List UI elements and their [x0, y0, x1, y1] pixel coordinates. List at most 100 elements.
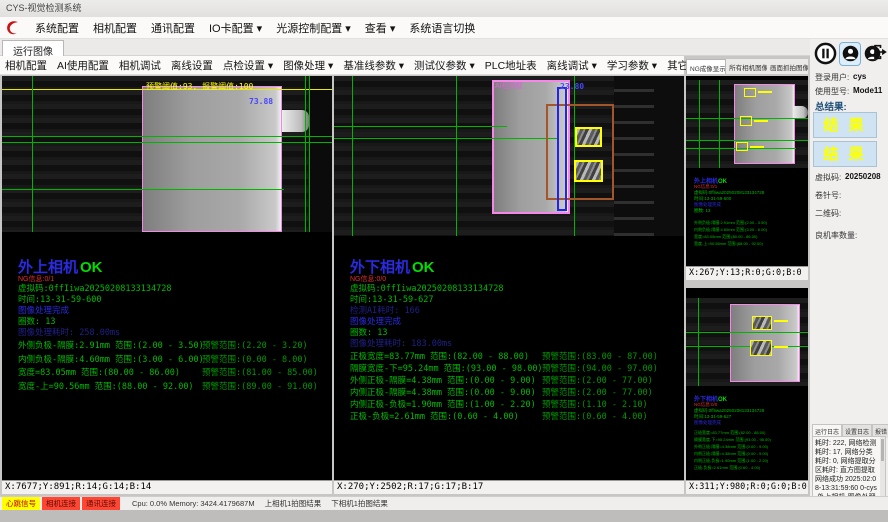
processing-time-line: 图像处理耗时: 183.00ms	[350, 337, 452, 349]
overlay-green-line	[334, 126, 507, 127]
model-label: 使用型号:	[815, 86, 849, 97]
image-view-tab-strip: NG成像显示 所有相机图像 画面抓拍图像	[686, 59, 808, 74]
machine-highlight-streaks	[614, 76, 654, 236]
menu-comm-config[interactable]: 通讯配置	[144, 17, 202, 39]
current-user-button[interactable]	[839, 42, 861, 66]
weld-detect-box	[574, 160, 603, 182]
threshold-overlay-text: 预警阈值:93, 报警阈值:100	[146, 81, 253, 92]
processing-done-line: 图像处理完成	[694, 420, 721, 426]
toolbar-spot-check-settings[interactable]: 点检设置 ▾	[218, 56, 278, 75]
window-title: CYS-视觉检测系统	[6, 3, 82, 13]
pixel-coordinate-status: X:311;Y:980;R:0;G:0;B:0	[686, 480, 808, 494]
main-tab-strip: 运行图像	[0, 39, 888, 56]
mini-annotation-mark	[758, 91, 772, 93]
bottom-filler-strip	[0, 510, 888, 522]
menu-io-card-config[interactable]: IO卡配置 ▾	[202, 17, 269, 39]
measurement-row: 内侧正极-隔膜=4.38mm 范围:(0.00 - 9.00)	[694, 451, 768, 457]
measurement-row: 宽度=83.05mm 范围:(80.00 - 86.00)	[694, 234, 757, 240]
measurement-row: 内侧正极-隔膜=4.38mm 范围:(0.00 - 9.00)	[350, 386, 536, 398]
overlay-green-line	[2, 136, 332, 137]
app-logo-icon	[4, 19, 22, 37]
measurement-row: 内侧正极-负极=1.90mm 范围:(1.00 - 2.20)	[694, 458, 768, 464]
measurement-row: 内侧正极-负极=1.90mm 范围:(1.00 - 2.20)	[350, 398, 536, 410]
yield-count-label: 良机率数量:	[815, 230, 857, 241]
measurement-row: 宽度=83.05mm 范围:(80.00 - 86.00)	[18, 366, 180, 378]
mini-annotation-mark	[750, 146, 764, 148]
toolbar-learning-params[interactable]: 学习参数 ▾	[602, 56, 662, 75]
camera-panel-upper: 预警阈值:93, 报警阈值:100 73.88 外上相机OK NG信息:0/1 …	[2, 76, 332, 494]
mini-weld-box	[750, 340, 772, 356]
overlay-green-line	[686, 346, 808, 347]
camera-image-upper-canvas[interactable]: 预警阈值:93, 报警阈值:100 73.88	[2, 76, 332, 232]
toolbar-image-processing[interactable]: 图像处理 ▾	[278, 56, 338, 75]
mini-annotation-mark	[754, 120, 768, 122]
warning-range: 预警范围:(89.00 - 91.00)	[202, 380, 318, 392]
tab-ng-image-display[interactable]: NG成像显示	[686, 59, 726, 74]
result-ok-badge: OK	[718, 397, 727, 403]
overlay-green-line	[719, 80, 720, 168]
log-output[interactable]: 耗时: 222, 网络检测耗时: 17, 网络分类耗时: 0, 网络提取分区耗时…	[812, 436, 886, 505]
toolbar-ai-usage-config[interactable]: AI使用配置	[52, 56, 114, 75]
tab-all-camera-images[interactable]: 所有相机图像	[726, 59, 767, 74]
upper-camera-capture-result: 上相机1拍图结果	[265, 498, 322, 509]
tab-snapshot-images[interactable]: 画面抓拍图像	[767, 59, 808, 74]
measurement-row: 正极宽度=83.77mm 范围:(82.00 - 88.00)	[350, 350, 529, 362]
overlay-green-line	[334, 138, 557, 139]
warning-range: 预警范围:(2.20 - 3.20)	[202, 339, 308, 351]
mini-annotation-mark	[774, 320, 788, 322]
log-scrollbar[interactable]	[880, 437, 885, 504]
warning-range: 预警范围:(0.60 - 4.00)	[542, 410, 648, 422]
measurement-row: 外侧负极-隔膜:2.91mm 范围:(2.00 - 3.50)	[18, 339, 204, 351]
model-value: Mode11	[853, 86, 882, 95]
overlay-green-line	[686, 332, 808, 333]
app-window: CYS-视觉检测系统 系统配置 相机配置 通讯配置 IO卡配置 ▾ 光源控制配置…	[0, 0, 888, 522]
camera-image-lower-canvas[interactable]: AI检测框 23.80	[334, 76, 684, 236]
result-ok-badge: OK	[718, 179, 727, 185]
overlay-green-line	[686, 140, 808, 141]
toolbar-camera-config[interactable]: 相机配置	[0, 56, 52, 75]
toolbar-camera-debug[interactable]: 相机调试	[114, 56, 166, 75]
mini-image-lower-canvas[interactable]	[686, 298, 808, 386]
warning-range: 预警范围:(81.00 - 85.00)	[202, 366, 318, 378]
virtual-code-label: 虚拟码:	[815, 172, 841, 183]
warning-range: 预警范围:(83.00 - 87.00)	[542, 350, 658, 362]
measurement-row: 隔膜宽度-下=95.24mm 范围:(93.00 - 98.00)	[350, 362, 543, 374]
result-ok-badge: OK	[80, 259, 103, 276]
overlay-green-line	[699, 80, 700, 168]
mini-weld-box	[752, 316, 772, 330]
mini-image-upper-canvas[interactable]	[686, 80, 808, 168]
pixel-coordinate-status: X:270;Y:2502;R:17;G:17;B:17	[334, 480, 684, 494]
toolbar-tester-params[interactable]: 测试仪参数 ▾	[409, 56, 480, 75]
mini-panel-lower: 外下相机OK NG信息:0/0 虚拟码:0ffIiwa2025020813313…	[686, 288, 808, 494]
lower-camera-capture-result: 下相机1拍图结果	[331, 498, 388, 509]
virtual-code-value: 20250208	[845, 172, 881, 181]
log-scrollbar-thumb[interactable]	[881, 439, 884, 461]
toolbar-offline-debug[interactable]: 离线调试 ▾	[542, 56, 602, 75]
image-dark-region	[310, 76, 332, 232]
turns-line: 圈数: 13	[694, 208, 711, 214]
menu-camera-config[interactable]: 相机配置	[86, 17, 144, 39]
logout-button[interactable]	[871, 42, 888, 62]
overlay-green-line	[456, 76, 457, 236]
warning-range: 预警范围:(2.00 - 77.00)	[542, 374, 653, 386]
measurement-row: 隔膜宽度-下=95.24mm 范围:(93.00 - 98.00)	[694, 437, 771, 443]
toolbar-plc-address-table[interactable]: PLC地址表	[480, 56, 542, 75]
roi-blue-rect	[557, 87, 567, 211]
warning-range: 预警范围:(2.00 - 77.00)	[542, 386, 653, 398]
login-user-label: 登录用户:	[815, 72, 849, 83]
menu-system-config[interactable]: 系统配置	[28, 17, 86, 39]
mini-detect-box	[744, 88, 756, 97]
measurement-row: 外侧正极-隔膜=4.38mm 范围:(0.00 - 9.00)	[694, 444, 768, 450]
measurement-row: 宽度-上=90.56mm 范围:(88.00 - 92.00)	[694, 241, 763, 247]
app-status-bar: 心跳信号 相机连接 通讯连接 Cpu: 0.0% Memory: 3424.41…	[0, 496, 888, 510]
pause-button[interactable]	[814, 42, 837, 65]
result-box-bottom: 结 果	[813, 141, 877, 167]
toolbar-offline-settings[interactable]: 离线设置	[166, 56, 218, 75]
menu-view[interactable]: 查看 ▾	[358, 17, 403, 39]
menu-language-switch[interactable]: 系统语言切换	[402, 17, 482, 39]
mini-detect-box	[740, 116, 752, 126]
tab-run-image[interactable]: 运行图像	[2, 40, 64, 56]
toolbar-baseline-params[interactable]: 基准线参数 ▾	[338, 56, 409, 75]
warning-range: 预警范围:(1.10 - 2.10)	[542, 398, 648, 410]
menu-light-control-config[interactable]: 光源控制配置 ▾	[269, 17, 358, 39]
